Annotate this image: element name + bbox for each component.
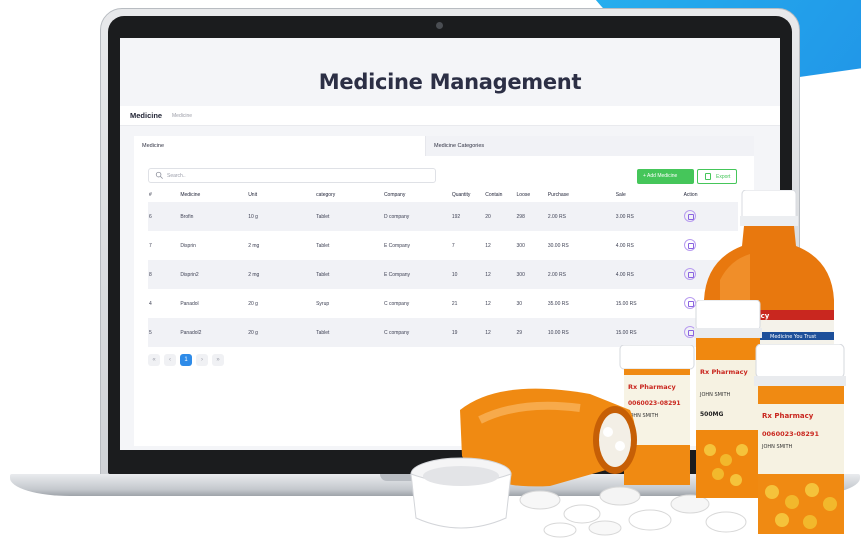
table-cell: C company — [382, 318, 451, 347]
breadcrumb-current[interactable]: Medicine — [172, 113, 192, 119]
edit-icon[interactable] — [683, 238, 696, 251]
table-cell: Tablet — [315, 202, 383, 231]
tab-medicine[interactable]: Medicine — [134, 136, 426, 156]
edit-icon[interactable] — [683, 209, 696, 222]
export-label: Export — [716, 174, 731, 180]
col-header: Contain — [485, 192, 503, 198]
table-cell: Brofin — [179, 202, 248, 231]
search-placeholder: Search.. — [167, 173, 186, 179]
table-cell: 6 — [148, 202, 180, 231]
table-row: 5 Panadol2 20 g Tablet C company 19 12 2… — [148, 318, 738, 347]
table-cell: 30.00 RS — [547, 242, 569, 249]
table-cell: 2 mg — [248, 242, 260, 249]
table-cell: 2 mg — [247, 260, 316, 289]
document-icon — [705, 173, 711, 180]
table-header-row: # Medicine Unit category Company Quantit… — [148, 188, 738, 202]
table-row: 6 Brofin 10 g Tablet D company 192 20 29… — [148, 202, 738, 231]
col-header: Sale — [615, 192, 626, 198]
add-medicine-button[interactable]: + Add Medicine — [637, 169, 694, 184]
bottle-tagline-text: Medicine You Trust — [770, 334, 816, 340]
table-row: 4 Panadol 20 g Syrup C company 21 12 30 … — [148, 289, 738, 318]
table-cell: 4 — [149, 300, 152, 307]
table-cell: 21 — [451, 300, 458, 307]
table-cell: E Company — [383, 242, 411, 249]
table-cell: 4.00 RS — [615, 242, 634, 249]
bottle-patient-text: JOHN SMITH — [699, 392, 731, 398]
medicine-table: # Medicine Unit category Company Quantit… — [148, 188, 738, 347]
col-header: Unit — [248, 192, 258, 198]
table-cell: Panadol — [180, 300, 199, 307]
table-cell: 300 — [516, 242, 525, 249]
table-cell: 298 — [515, 202, 547, 231]
pager-first-button[interactable]: « — [148, 354, 160, 366]
pager-last-button[interactable]: » — [212, 354, 224, 366]
table-cell: 5 — [148, 318, 180, 347]
breadcrumb-title: Medicine — [130, 111, 163, 120]
table-cell: 10.00 RS — [546, 318, 615, 347]
table-cell: Disprin — [180, 242, 196, 249]
table-cell: Tablet — [315, 260, 383, 289]
bottle-brand-text: Rx Pharmacy — [762, 412, 814, 420]
edit-icon[interactable] — [683, 267, 696, 280]
pager-prev-button[interactable]: ‹ — [164, 354, 176, 366]
pager-next-button[interactable]: › — [196, 354, 208, 366]
table-cell: Syrup — [316, 300, 330, 307]
col-header: Quantity — [451, 192, 471, 198]
col-header: Company — [383, 192, 406, 198]
tab-bar: Medicine Medicine Categories — [134, 136, 754, 156]
table-cell: 15.00 RS — [614, 318, 683, 347]
page-title: Medicine Management — [318, 70, 582, 94]
table-cell: Tablet — [316, 242, 330, 249]
table-cell: 19 — [450, 318, 485, 347]
table-cell: 20 g — [247, 318, 316, 347]
table-cell: 10 g — [247, 202, 316, 231]
table-cell: 20 g — [248, 300, 258, 307]
table-cell: 15.00 RS — [615, 300, 637, 307]
table-cell: 2.00 RS — [546, 202, 615, 231]
col-header: Purchase — [547, 192, 569, 198]
table-cell: 30 — [516, 300, 523, 307]
table-cell: 20 — [484, 202, 516, 231]
table-row: 8 Disprin2 2 mg Tablet E Company 10 12 3… — [148, 260, 738, 289]
pill-bottle-image: Rx Pharmacy 0060023-08291 JOHN SMITH — [754, 344, 846, 534]
bottle-rx-text: 0060023-08291 — [762, 430, 819, 438]
table-cell: Tablet — [315, 318, 383, 347]
col-header: Loose — [516, 192, 531, 198]
table-cell: 12 — [484, 318, 516, 347]
bottle-brand-text: Rx Pharmacy — [700, 368, 748, 376]
table-cell: Disprin2 — [179, 260, 248, 289]
col-header: category — [316, 192, 336, 198]
pager-page-1[interactable]: 1 — [180, 354, 192, 366]
table-cell: C company — [383, 300, 410, 307]
table-cell: Panadol2 — [179, 318, 248, 347]
table-cell: 10 — [450, 260, 485, 289]
bottle-patient-text: JOHN SMITH — [761, 444, 793, 450]
table-cell: 2.00 RS — [546, 260, 615, 289]
table-cell: D company — [382, 202, 451, 231]
table-cell: 29 — [515, 318, 547, 347]
tab-medicine-categories[interactable]: Medicine Categories — [426, 136, 754, 156]
table-cell: 35.00 RS — [547, 300, 569, 307]
search-icon — [155, 171, 163, 179]
camera-icon — [436, 22, 443, 29]
table-cell: 192 — [450, 202, 485, 231]
table-cell: 4.00 RS — [614, 260, 683, 289]
table-row: 7 Disprin 2 mg Tablet E Company 7 12 300… — [148, 231, 738, 260]
table-cell: 7 — [149, 242, 152, 249]
table-cell: 8 — [148, 260, 180, 289]
search-input[interactable]: Search.. — [148, 168, 436, 183]
export-button[interactable]: Export — [697, 169, 737, 184]
table-cell: 12 — [485, 242, 491, 249]
table-cell: 12 — [484, 260, 516, 289]
table-cell: 300 — [515, 260, 547, 289]
table-cell: 12 — [485, 300, 491, 307]
table-cell: 3.00 RS — [614, 202, 683, 231]
bottle-dose-text: 500MG — [700, 411, 723, 418]
col-header: # — [149, 192, 152, 198]
table-cell: E Company — [382, 260, 451, 289]
table-cell: 7 — [451, 242, 455, 249]
breadcrumb: Medicine Medicine — [120, 106, 780, 126]
col-header: Medicine — [180, 192, 201, 198]
